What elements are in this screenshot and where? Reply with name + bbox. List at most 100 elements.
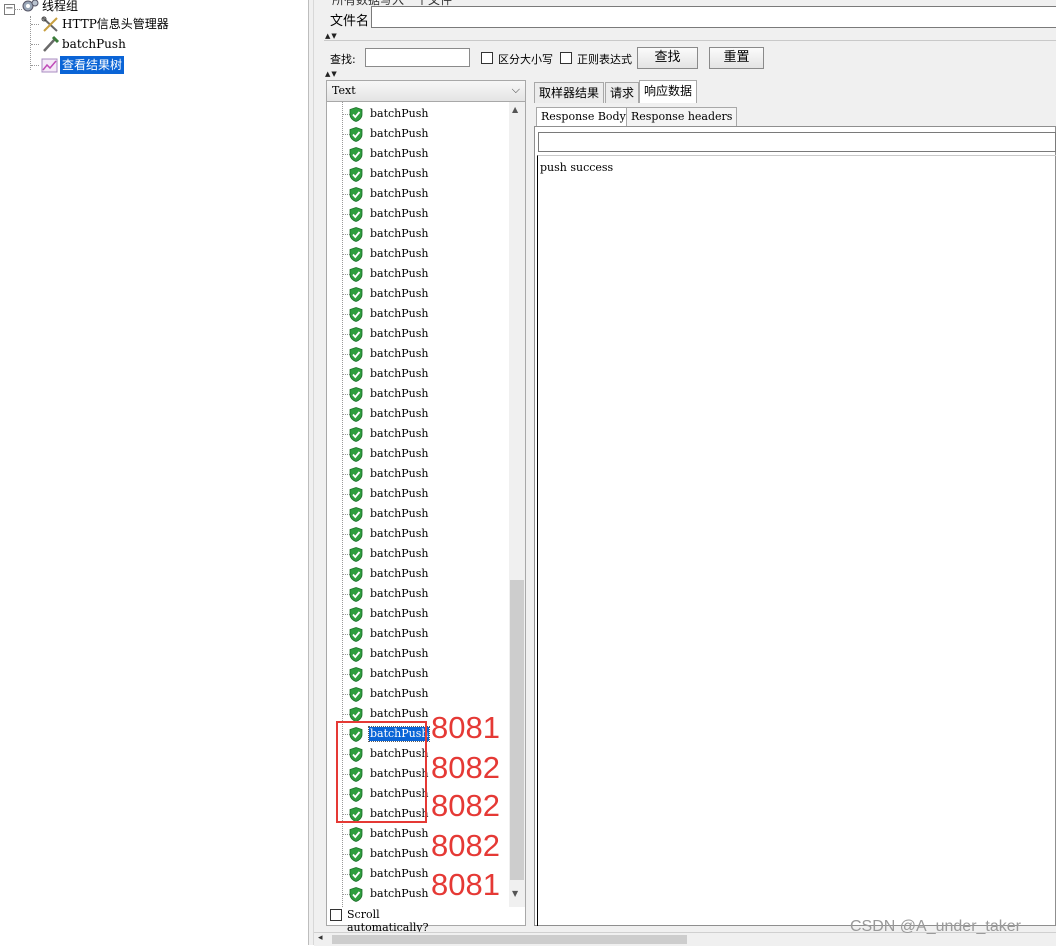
success-shield-icon <box>349 387 363 402</box>
result-item[interactable]: batchPush <box>327 424 509 444</box>
result-item[interactable]: batchPush <box>327 584 509 604</box>
success-shield-icon <box>349 407 363 422</box>
scrollbar-thumb[interactable] <box>510 580 524 880</box>
collapse-arrows-icon[interactable]: ▲▼ <box>325 70 338 78</box>
tree-node-view-results-tree[interactable]: 查看结果树 <box>40 56 125 74</box>
result-item-label: batchPush <box>370 887 429 900</box>
pipette-icon <box>43 35 60 52</box>
result-item-label: batchPush <box>370 207 429 220</box>
detail-panel: 取样器结果 请求 响应数据 Response Body Response hea… <box>530 80 1056 926</box>
result-item-label: batchPush <box>370 367 429 380</box>
result-item-label: batchPush <box>370 827 429 840</box>
result-item[interactable]: batchPush <box>327 324 509 344</box>
case-sensitive-checkbox[interactable] <box>481 52 493 64</box>
result-item[interactable]: batchPush <box>327 384 509 404</box>
result-item[interactable]: batchPush <box>327 664 509 684</box>
scroll-down-icon[interactable]: ▼ <box>512 889 518 898</box>
result-item[interactable]: batchPush <box>327 564 509 584</box>
result-item[interactable]: batchPush <box>327 284 509 304</box>
response-text-area[interactable] <box>537 155 1056 926</box>
result-item[interactable]: batchPush <box>327 224 509 244</box>
result-item[interactable]: batchPush <box>327 524 509 544</box>
result-item-label: batchPush <box>370 127 429 140</box>
success-shield-icon <box>349 667 363 682</box>
regex-label: 正则表达式 <box>577 53 632 66</box>
search-label: 查找: <box>330 53 356 66</box>
tab-response-data[interactable]: 响应数据 <box>639 80 698 103</box>
result-item-label: batchPush <box>370 667 429 680</box>
tree-node-http-header-manager[interactable]: HTTP信息头管理器 <box>40 15 171 33</box>
success-shield-icon <box>349 427 363 442</box>
tree-node-label: batchPush <box>62 37 126 51</box>
port-annotation: 8082 <box>431 828 500 863</box>
scroll-up-icon[interactable]: ▲ <box>512 105 518 114</box>
result-item[interactable]: batchPush <box>327 124 509 144</box>
response-search-input[interactable] <box>538 132 1056 152</box>
result-item[interactable]: batchPush <box>327 264 509 284</box>
result-item-label: batchPush <box>370 327 429 340</box>
scroll-automatically-checkbox[interactable] <box>330 909 342 921</box>
result-item[interactable]: batchPush <box>327 444 509 464</box>
port-annotation: 8081 <box>431 710 500 745</box>
success-shield-icon <box>349 647 363 662</box>
result-item-label: batchPush <box>370 867 429 880</box>
collapse-arrows-icon[interactable]: ▲▼ <box>325 32 338 40</box>
search-bar: 查找: 区分大小写 正则表达式 查找 重置 <box>324 40 1056 77</box>
result-item[interactable]: batchPush <box>327 204 509 224</box>
tab-sampler-result[interactable]: 取样器结果 <box>534 82 605 103</box>
result-item[interactable]: batchPush <box>327 364 509 384</box>
gears-icon <box>22 0 39 12</box>
result-item[interactable]: batchPush <box>327 604 509 624</box>
result-item[interactable]: batchPush <box>327 304 509 324</box>
result-item[interactable]: batchPush <box>327 464 509 484</box>
port-annotation: 8082 <box>431 788 500 823</box>
result-item[interactable]: batchPush <box>327 484 509 504</box>
filename-field[interactable] <box>371 6 1056 28</box>
tree-line <box>31 65 39 66</box>
scrollbar-thumb[interactable] <box>332 935 687 944</box>
highlight-box <box>336 721 427 823</box>
success-shield-icon <box>349 527 363 542</box>
case-sensitive-label: 区分大小写 <box>498 53 553 66</box>
result-item-label: batchPush <box>370 607 429 620</box>
scroll-automatically-label: Scroll automatically? <box>347 908 429 934</box>
result-item[interactable]: batchPush <box>327 504 509 524</box>
result-item[interactable]: batchPush <box>327 344 509 364</box>
tree-node-batchpush[interactable]: batchPush <box>40 35 128 53</box>
regex-checkbox[interactable] <box>560 52 572 64</box>
search-input[interactable] <box>365 48 470 67</box>
result-item-label: batchPush <box>370 627 429 640</box>
result-item[interactable]: batchPush <box>327 244 509 264</box>
scroll-left-icon[interactable]: ◂ <box>318 933 323 943</box>
result-item[interactable]: batchPush <box>327 544 509 564</box>
success-shield-icon <box>349 207 363 222</box>
tab-request[interactable]: 请求 <box>605 82 640 103</box>
success-shield-icon <box>349 247 363 262</box>
result-item[interactable]: batchPush <box>327 144 509 164</box>
result-item-label: batchPush <box>370 487 429 500</box>
result-item[interactable]: batchPush <box>327 644 509 664</box>
tree-node-thread-group[interactable]: 线程组 <box>20 0 80 15</box>
success-shield-icon <box>349 167 363 182</box>
vertical-scrollbar[interactable]: ▲ ▼ <box>509 102 525 907</box>
renderer-select[interactable]: Text ⌵ <box>327 81 525 102</box>
subtab-response-headers[interactable]: Response headers <box>626 107 738 126</box>
result-item[interactable]: batchPush <box>327 684 509 704</box>
result-item[interactable]: batchPush <box>327 164 509 184</box>
find-button[interactable]: 查找 <box>637 47 698 69</box>
result-item[interactable]: batchPush <box>327 404 509 424</box>
result-item-label: batchPush <box>370 267 429 280</box>
reset-button[interactable]: 重置 <box>709 47 764 69</box>
result-item[interactable]: batchPush <box>327 624 509 644</box>
filename-label: 文件名 <box>330 14 370 29</box>
result-item[interactable]: batchPush <box>327 104 509 124</box>
port-annotation: 8082 <box>431 750 500 785</box>
success-shield-icon <box>349 707 363 722</box>
success-shield-icon <box>349 447 363 462</box>
subtab-response-body[interactable]: Response Body <box>536 107 631 126</box>
success-shield-icon <box>349 887 363 902</box>
chart-icon <box>41 58 58 73</box>
result-item-label: batchPush <box>370 427 429 440</box>
result-item[interactable]: batchPush <box>327 184 509 204</box>
success-shield-icon <box>349 847 363 862</box>
